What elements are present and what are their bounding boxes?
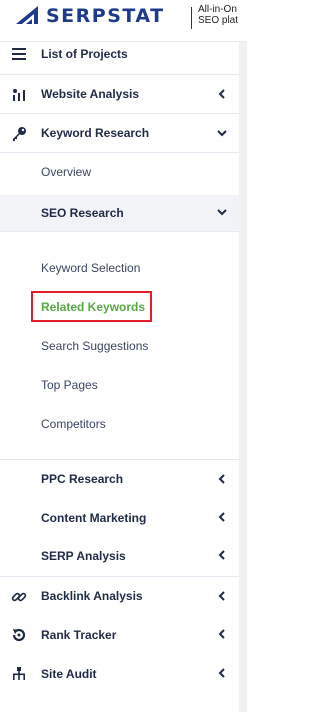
website-analysis-icon bbox=[10, 86, 28, 104]
sidebar-item-label: PPC Research bbox=[41, 472, 124, 486]
highlight-box bbox=[31, 291, 152, 322]
sidebar-item-label: SERP Analysis bbox=[41, 548, 126, 563]
sidebar-item-label: Top Pages bbox=[41, 377, 98, 392]
sidebar-item-list-of-projects[interactable]: List of Projects bbox=[0, 34, 239, 73]
header-divider bbox=[191, 7, 192, 29]
hamburger-icon bbox=[10, 45, 28, 63]
sidebar-item-label: Rank Tracker bbox=[41, 627, 117, 642]
brand-name[interactable]: SERPSTAT bbox=[46, 5, 165, 27]
link-icon bbox=[10, 588, 28, 606]
chevron-down-icon bbox=[217, 209, 227, 216]
sidebar-item-label: Backlink Analysis bbox=[41, 589, 143, 603]
sidebar-item-backlink-analysis[interactable]: Backlink Analysis bbox=[0, 576, 239, 615]
chevron-left-icon bbox=[218, 474, 225, 484]
sidebar-item-label: Overview bbox=[41, 165, 92, 179]
tagline-line1: All-in-On bbox=[198, 4, 237, 15]
sidebar-item-website-analysis[interactable]: Website Analysis bbox=[0, 74, 239, 113]
sidebar-item-label: Website Analysis bbox=[41, 87, 140, 101]
sidebar-item-label: Content Marketing bbox=[41, 510, 147, 525]
sidebar-item-keyword-research[interactable]: Keyword Research bbox=[0, 113, 239, 152]
sidebar-item-seo-research[interactable]: SEO Research bbox=[0, 193, 239, 232]
sidebar-item-label: Keyword Selection bbox=[41, 260, 141, 275]
rank-tracker-icon bbox=[10, 626, 28, 644]
sidebar-item-rank-tracker[interactable]: Rank Tracker bbox=[0, 615, 239, 654]
sidebar-item-label: Search Suggestions bbox=[41, 338, 149, 353]
sidebar-item-label: List of Projects bbox=[41, 46, 128, 61]
sidebar-item-ppc-research[interactable]: PPC Research bbox=[0, 459, 239, 498]
tagline: All-in-On SEO plat bbox=[198, 4, 238, 26]
chevron-left-icon bbox=[218, 629, 225, 639]
divider bbox=[0, 231, 239, 232]
sidebar-item-label: Keyword Research bbox=[41, 126, 150, 140]
sidebar-item-competitors[interactable]: Competitors bbox=[0, 404, 239, 443]
chevron-left-icon bbox=[218, 512, 225, 522]
sidebar-item-overview[interactable]: Overview bbox=[0, 152, 239, 191]
sidebar-item-top-pages[interactable]: Top Pages bbox=[0, 365, 239, 404]
key-icon bbox=[10, 125, 28, 143]
scrollbar[interactable] bbox=[239, 42, 247, 712]
chevron-left-icon bbox=[218, 550, 225, 560]
sitemap-icon bbox=[10, 665, 28, 683]
chevron-left-icon bbox=[218, 668, 225, 678]
chevron-left-icon bbox=[218, 89, 225, 99]
serpstat-logo-icon[interactable] bbox=[14, 4, 40, 26]
chevron-left-icon bbox=[218, 591, 225, 601]
sidebar-item-search-suggestions[interactable]: Search Suggestions bbox=[0, 326, 239, 365]
sidebar-item-label: Competitors bbox=[41, 416, 106, 431]
sidebar-item-serp-analysis[interactable]: SERP Analysis bbox=[0, 536, 239, 575]
sidebar-item-keyword-selection[interactable]: Keyword Selection bbox=[0, 248, 239, 287]
chevron-down-icon bbox=[217, 130, 227, 137]
sidebar-item-content-marketing[interactable]: Content Marketing bbox=[0, 498, 239, 537]
sidebar-item-label: SEO Research bbox=[41, 205, 124, 220]
tagline-line2: SEO plat bbox=[198, 15, 239, 26]
sidebar-item-site-audit[interactable]: Site Audit bbox=[0, 654, 239, 693]
sidebar-item-label: Site Audit bbox=[41, 666, 97, 681]
